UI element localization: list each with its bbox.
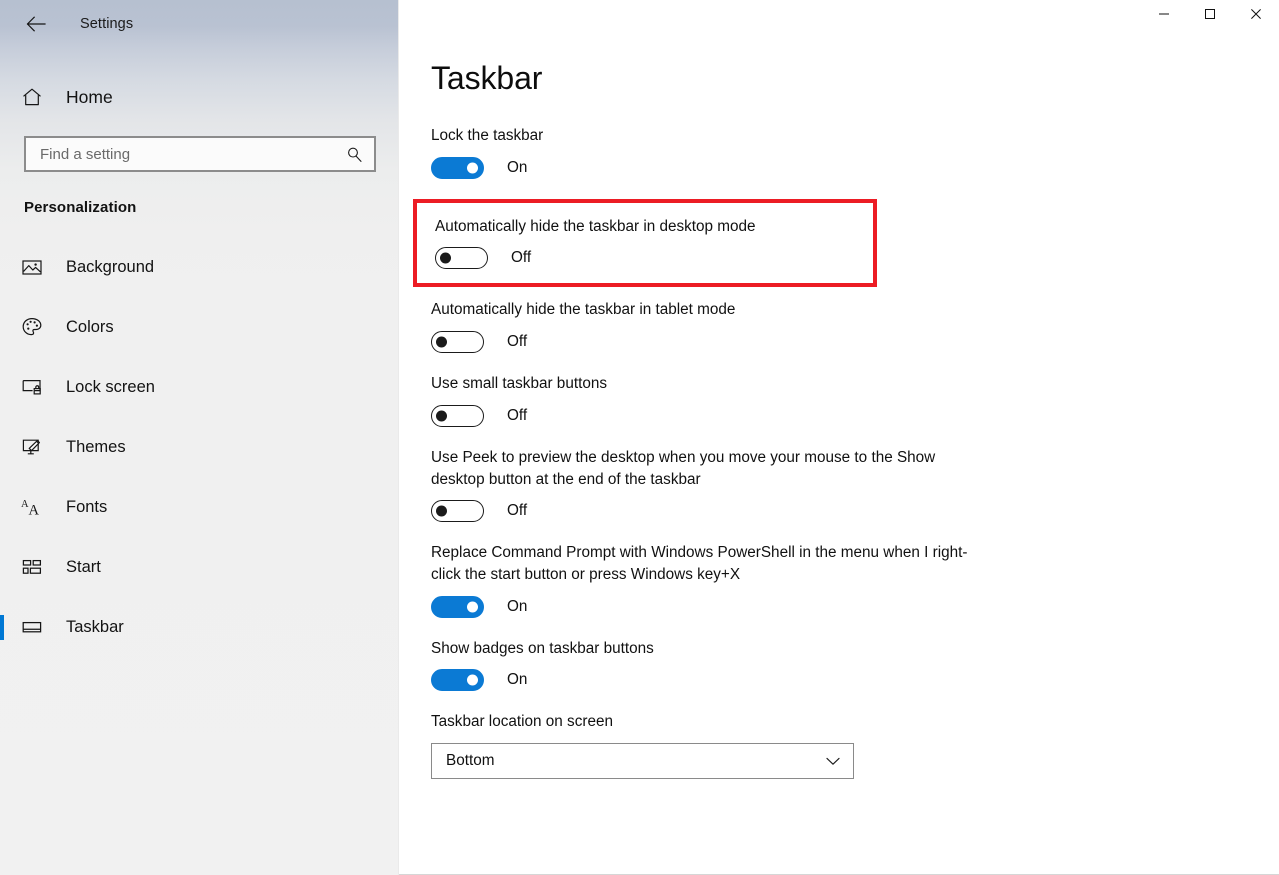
app-title: Settings <box>80 16 134 32</box>
setting-label: Lock the taskbar <box>431 127 544 144</box>
settings-content: Taskbar Lock the taskbar On Automaticall… <box>413 0 1279 875</box>
sidebar-item-background[interactable]: Background <box>0 237 398 297</box>
sidebar-item-label: Background <box>66 257 155 276</box>
sidebar-item-home[interactable]: Home <box>0 77 398 117</box>
toggle-auto-hide-tablet-mode[interactable] <box>431 331 484 354</box>
home-icon <box>20 85 44 109</box>
sidebar-item-label: Start <box>66 557 101 576</box>
toggle-row: On <box>431 156 1279 179</box>
search-input[interactable] <box>40 138 338 170</box>
setting-label: Automatically hide the taskbar in deskto… <box>435 217 756 235</box>
sidebar-item-colors[interactable]: Colors <box>0 297 398 357</box>
back-button[interactable] <box>14 8 58 40</box>
page-title: Taskbar <box>431 60 543 96</box>
setting-small-taskbar-buttons: Use small taskbar buttons Off <box>431 373 1279 427</box>
toggle-knob <box>436 505 447 517</box>
setting-label: Use Peek to preview the desktop when you… <box>431 448 936 488</box>
sidebar-item-taskbar[interactable]: Taskbar <box>0 597 398 657</box>
sidebar-item-fonts[interactable]: A A Fonts <box>0 477 398 537</box>
toggle-use-peek[interactable] <box>431 500 484 523</box>
toggle-row: Off <box>435 247 873 270</box>
toggle-state-label: On <box>507 671 528 689</box>
search-icon[interactable] <box>344 146 364 163</box>
toggle-replace-command-prompt[interactable] <box>431 595 484 618</box>
toggle-lock-the-taskbar[interactable] <box>431 156 484 179</box>
title-bar: Settings <box>0 0 398 48</box>
sidebar-section-title: Personalization <box>24 199 137 216</box>
sidebar: Settings Home Perso <box>0 0 399 875</box>
toggle-small-taskbar-buttons[interactable] <box>431 404 484 427</box>
setting-show-badges: Show badges on taskbar buttons On <box>431 638 1279 692</box>
setting-label: Replace Command Prompt with Windows Powe… <box>431 544 968 584</box>
toggle-row: Off <box>431 331 1279 354</box>
sidebar-item-start[interactable]: Start <box>0 537 398 597</box>
sidebar-item-label: Colors <box>66 317 114 336</box>
setting-lock-the-taskbar: Lock the taskbar On <box>431 125 1279 179</box>
toggle-state-label: Off <box>507 406 528 424</box>
search-box[interactable] <box>24 136 376 172</box>
toggle-state-label: On <box>507 597 528 615</box>
toggle-row: Off <box>431 500 1279 523</box>
settings-window: Settings Home Perso <box>0 0 1279 875</box>
toggle-knob <box>467 162 478 174</box>
toggle-knob <box>436 410 447 422</box>
sidebar-item-label: Fonts <box>66 497 108 516</box>
setting-use-peek: Use Peek to preview the desktop when you… <box>431 447 1279 523</box>
toggle-state-label: Off <box>507 333 528 351</box>
setting-taskbar-location: Taskbar location on screen Bottom <box>431 711 1279 780</box>
toggle-knob <box>436 336 447 348</box>
setting-label: Automatically hide the taskbar in tablet… <box>431 301 736 319</box>
main-content: Taskbar Lock the taskbar On Automaticall… <box>399 0 1279 875</box>
fonts-aa-icon: A A <box>20 495 44 519</box>
brush-icon <box>20 435 44 459</box>
sidebar-item-lock-screen[interactable]: Lock screen <box>0 357 398 417</box>
sidebar-item-themes[interactable]: Themes <box>0 417 398 477</box>
taskbar-location-dropdown[interactable]: Bottom <box>431 743 854 780</box>
toggle-knob <box>467 674 478 686</box>
svg-text:A: A <box>29 503 40 519</box>
search-container <box>24 136 376 172</box>
toggle-row: On <box>431 669 1279 692</box>
image-icon <box>20 255 44 279</box>
sidebar-item-label: Taskbar <box>66 617 124 636</box>
toggle-state-label: Off <box>507 502 528 520</box>
setting-auto-hide-tablet-mode: Automatically hide the taskbar in tablet… <box>431 299 1279 354</box>
setting-replace-command-prompt: Replace Command Prompt with Windows Powe… <box>431 542 1279 618</box>
sidebar-nav-list: Background Colors Lock screen Themes A A… <box>0 237 398 657</box>
toggle-row: On <box>431 595 1279 618</box>
taskbar-icon <box>20 615 44 639</box>
dropdown-selected-value: Bottom <box>446 752 495 770</box>
sidebar-item-label: Lock screen <box>66 377 155 396</box>
toggle-state-label: On <box>507 158 528 176</box>
setting-label: Taskbar location on screen <box>431 713 613 731</box>
chevron-down-icon <box>825 757 841 766</box>
setting-label: Use small taskbar buttons <box>431 375 607 393</box>
toggle-knob <box>440 252 451 264</box>
toggle-state-label: Off <box>511 249 532 267</box>
toggle-knob <box>467 601 478 613</box>
setting-auto-hide-desktop-mode: Automatically hide the taskbar in deskto… <box>413 198 877 288</box>
sidebar-home-label: Home <box>66 86 113 107</box>
palette-icon <box>20 315 44 339</box>
sidebar-item-label: Themes <box>66 437 126 456</box>
toggle-row: Off <box>431 404 1279 427</box>
toggle-show-badges[interactable] <box>431 669 484 692</box>
toggle-auto-hide-desktop-mode[interactable] <box>435 247 488 270</box>
setting-label: Show badges on taskbar buttons <box>431 639 654 657</box>
lock-screen-icon <box>20 375 44 399</box>
start-tiles-icon <box>20 555 44 579</box>
back-arrow-icon <box>26 16 46 32</box>
